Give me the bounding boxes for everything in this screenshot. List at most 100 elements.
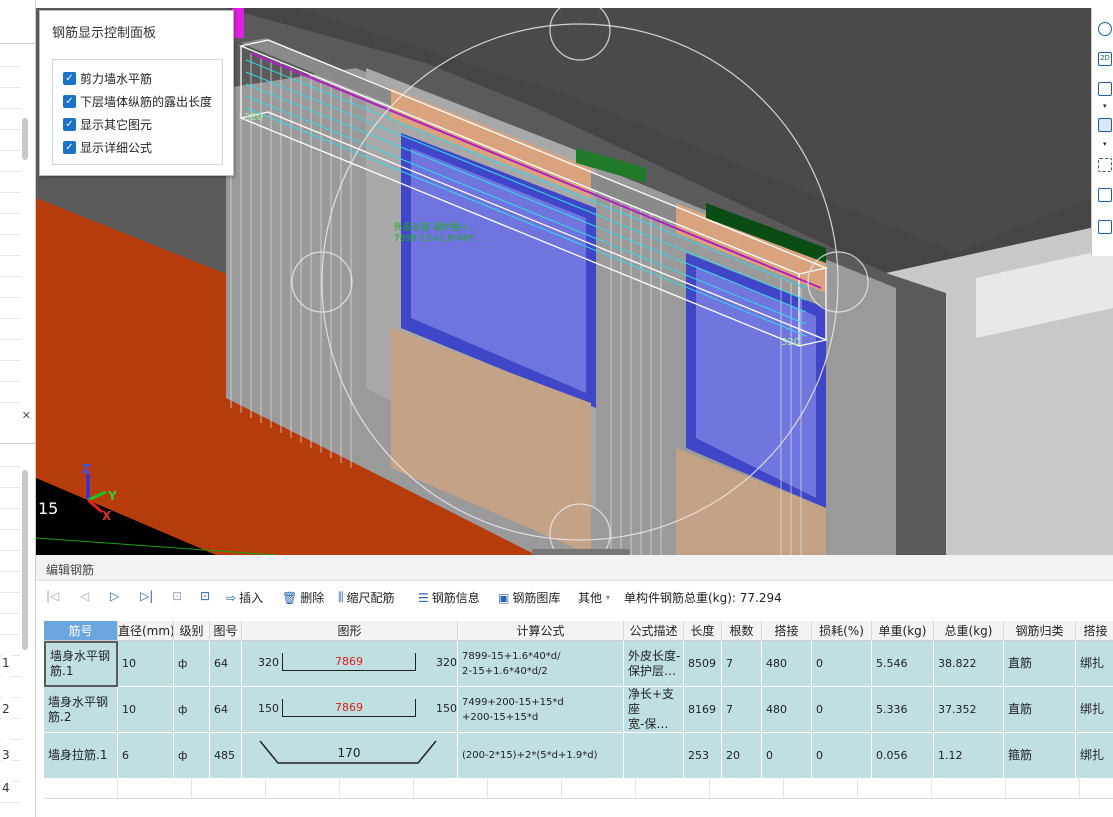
- cell-count[interactable]: 20: [722, 733, 762, 779]
- axis-z-label: Z: [82, 462, 91, 476]
- move-up-icon[interactable]: ⊡: [172, 589, 182, 603]
- cell-length[interactable]: 8509: [684, 641, 722, 687]
- cell-category[interactable]: 箍筋: [1004, 733, 1076, 779]
- cell-grade[interactable]: ф: [174, 641, 210, 687]
- checkbox-checked-icon[interactable]: ✓: [63, 117, 76, 131]
- editor-title-bar: 编辑钢筋: [36, 555, 1113, 581]
- cell-shape[interactable]: 170: [242, 733, 458, 779]
- other-menu-button[interactable]: 其他 ▾: [578, 589, 610, 606]
- 3d-box-icon[interactable]: [1098, 188, 1112, 202]
- ruler-icon: ⫼: [338, 590, 344, 604]
- cell-loss[interactable]: 0: [812, 687, 872, 733]
- checkbox-checked-icon[interactable]: ✓: [63, 94, 76, 108]
- cell-category[interactable]: 直筋: [1004, 641, 1076, 687]
- cell-grade[interactable]: ф: [174, 733, 210, 779]
- cell-lap[interactable]: 480: [762, 687, 812, 733]
- orbit-icon[interactable]: [1098, 22, 1112, 36]
- cell-unit-weight[interactable]: 5.546: [872, 641, 934, 687]
- cube-view-icon[interactable]: [1098, 82, 1112, 96]
- col-header-category[interactable]: 钢筋归类: [1004, 621, 1076, 641]
- next-record-icon[interactable]: ▷: [110, 589, 119, 603]
- cell-formula-desc[interactable]: 外皮长度- 保护层…: [624, 641, 684, 687]
- cell-diameter[interactable]: 10: [118, 641, 174, 687]
- cell-figure-no[interactable]: 485: [210, 733, 242, 779]
- left-panel-scrollbar-2[interactable]: [22, 470, 28, 650]
- col-header-loss[interactable]: 损耗(%): [812, 621, 872, 641]
- cell-count[interactable]: 7: [722, 687, 762, 733]
- option-lower-wall-exposed-length[interactable]: ✓ 下层墙体纵筋的露出长度: [63, 92, 212, 110]
- col-header-formula-desc[interactable]: 公式描述: [624, 621, 684, 641]
- cell-unit-weight[interactable]: 5.336: [872, 687, 934, 733]
- cell-bar-no[interactable]: 墙身水平钢 筋.1: [44, 641, 118, 687]
- cell-bar-no[interactable]: 墙身拉筋.1: [44, 733, 118, 779]
- rebar-editor-panel: 编辑钢筋 |◁ ◁ ▷ ▷| ⊡ ⊡ ⇨ 插入 🗑 删除 ⫼ 缩尺配筋 ☰ 钢筋信息 ▣…: [2, 555, 1113, 817]
- chevron-down-icon[interactable]: ▾: [1103, 102, 1107, 110]
- chevron-down-icon[interactable]: ▾: [1103, 140, 1107, 148]
- col-header-unit-weight[interactable]: 单重(kg): [872, 621, 934, 641]
- move-down-icon[interactable]: ⊡: [200, 589, 210, 603]
- cell-grade[interactable]: ф: [174, 687, 210, 733]
- rebar-library-button[interactable]: ▣ 钢筋图库: [498, 589, 560, 606]
- cell-lap-type[interactable]: 绑扎: [1076, 641, 1113, 687]
- formula-overlay-1: 外皮长度-保护层+...: [394, 221, 476, 233]
- option-show-detailed-formula[interactable]: ✓ 显示详细公式: [63, 138, 152, 156]
- cell-loss[interactable]: 0: [812, 641, 872, 687]
- col-header-bar-no[interactable]: 筋号: [44, 621, 118, 641]
- col-header-lap[interactable]: 搭接: [762, 621, 812, 641]
- delete-button[interactable]: 🗑 删除: [282, 589, 324, 606]
- rebar-info-button[interactable]: ☰ 钢筋信息: [418, 589, 480, 606]
- cell-diameter[interactable]: 6: [118, 733, 174, 779]
- cell-count[interactable]: 7: [722, 641, 762, 687]
- cell-diameter[interactable]: 10: [118, 687, 174, 733]
- first-record-icon[interactable]: |◁: [46, 589, 59, 603]
- last-record-icon[interactable]: ▷|: [140, 589, 153, 603]
- col-header-formula[interactable]: 计算公式: [458, 621, 624, 641]
- checkbox-checked-icon[interactable]: ✓: [63, 71, 76, 85]
- col-header-shape[interactable]: 图形: [242, 621, 458, 641]
- scale-rebar-button[interactable]: ⫼ 缩尺配筋: [338, 589, 395, 606]
- cell-lap[interactable]: 0: [762, 733, 812, 779]
- cell-formula-desc[interactable]: 净长+支座 宽-保…: [624, 687, 684, 733]
- col-header-length[interactable]: 长度: [684, 621, 722, 641]
- cell-length[interactable]: 253: [684, 733, 722, 779]
- cell-lap[interactable]: 480: [762, 641, 812, 687]
- col-header-diameter[interactable]: 直径(mm): [118, 621, 174, 641]
- cell-shape[interactable]: 320 7869 320: [242, 641, 458, 687]
- select-region-icon[interactable]: [1098, 158, 1112, 172]
- col-header-count[interactable]: 根数: [722, 621, 762, 641]
- empty-row[interactable]: [44, 779, 1113, 799]
- cell-figure-no[interactable]: 64: [210, 687, 242, 733]
- col-header-total-weight[interactable]: 总重(kg): [934, 621, 1004, 641]
- left-panel-scrollbar[interactable]: [22, 118, 28, 160]
- cell-figure-no[interactable]: 64: [210, 641, 242, 687]
- col-header-lap-type[interactable]: 搭接: [1076, 621, 1113, 641]
- col-header-grade[interactable]: 级别: [174, 621, 210, 641]
- cell-unit-weight[interactable]: 0.056: [872, 733, 934, 779]
- chevron-down-icon: ▾: [606, 593, 611, 602]
- col-header-figure-no[interactable]: 图号: [210, 621, 242, 641]
- cell-total-weight[interactable]: 37.352: [934, 687, 1004, 733]
- checkbox-checked-icon[interactable]: ✓: [63, 140, 76, 154]
- 2d-view-icon[interactable]: 2D: [1098, 52, 1112, 66]
- option-shear-wall-horizontal-bar[interactable]: ✓ 剪力墙水平筋: [63, 69, 152, 87]
- cell-lap-type[interactable]: 绑扎: [1076, 687, 1113, 733]
- cell-category[interactable]: 直筋: [1004, 687, 1076, 733]
- cell-formula[interactable]: (200-2*15)+2*(5*d+1.9*d): [458, 733, 624, 779]
- cell-total-weight[interactable]: 1.12: [934, 733, 1004, 779]
- cell-total-weight[interactable]: 38.822: [934, 641, 1004, 687]
- cell-lap-type[interactable]: 绑扎: [1076, 733, 1113, 779]
- axis-x-label: X: [102, 509, 112, 523]
- cell-formula[interactable]: 7499+200-15+15*d +200-15+15*d: [458, 687, 624, 733]
- cell-bar-no[interactable]: 墙身水平钢 筋.2: [44, 687, 118, 733]
- corner-number: 15: [38, 499, 58, 518]
- insert-button[interactable]: ⇨ 插入: [226, 589, 263, 606]
- cell-formula[interactable]: 7899-15+1.6*40*d/ 2-15+1.6*40*d/2: [458, 641, 624, 687]
- cell-loss[interactable]: 0: [812, 733, 872, 779]
- box-view-icon[interactable]: [1098, 118, 1112, 132]
- cell-shape[interactable]: 150 7869 150: [242, 687, 458, 733]
- cell-length[interactable]: 8169: [684, 687, 722, 733]
- list-settings-icon[interactable]: [1098, 220, 1112, 234]
- option-show-other-elements[interactable]: ✓ 显示其它图元: [63, 115, 152, 133]
- cell-formula-desc[interactable]: [624, 733, 684, 779]
- prev-record-icon[interactable]: ◁: [80, 589, 89, 603]
